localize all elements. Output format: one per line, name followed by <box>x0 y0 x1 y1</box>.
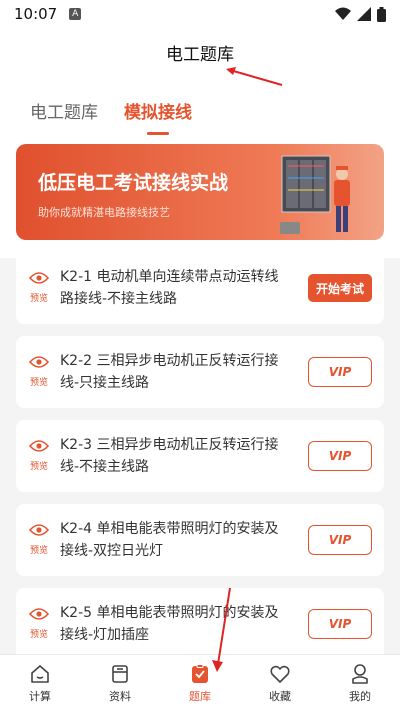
status-icons <box>335 6 386 22</box>
nav-item-calculate[interactable]: 计算 <box>0 655 80 710</box>
nav-label: 我的 <box>349 690 371 703</box>
preview-label: 预览 <box>29 630 48 640</box>
preview-label: 预览 <box>29 378 48 388</box>
nav-label: 题库 <box>189 690 211 703</box>
document-icon <box>112 665 128 683</box>
list-item[interactable]: 预览 K2-3 三相异步电动机正反转运行接线-不接主线路 VIP <box>16 420 384 492</box>
preview-label: 预览 <box>29 546 48 556</box>
start-exam-button[interactable]: 开始考试 <box>308 274 372 302</box>
exam-title: K2-2 三相异步电动机正反转运行接线-只接主线路 <box>60 353 279 391</box>
heart-icon <box>270 665 290 683</box>
notification-icon: A <box>69 8 82 20</box>
vip-button[interactable]: VIP <box>308 357 372 387</box>
nav-label: 收藏 <box>269 690 291 703</box>
tab-wiring-simulation[interactable]: 模拟接线 <box>124 98 192 135</box>
preview-button[interactable]: 预览 <box>26 270 52 304</box>
battery-icon <box>377 6 386 22</box>
banner-title: 低压电工考试接线实战 <box>38 172 229 194</box>
promo-banner[interactable]: 低压电工考试接线实战 助你成就精湛电路接线技艺 <box>16 144 384 240</box>
preview-button[interactable]: 预览 <box>26 438 52 472</box>
banner-subtitle: 助你成就精湛电路接线技艺 <box>38 206 170 219</box>
exam-title: K2-4 单相电能表带照明灯的安装及接线-双控日光灯 <box>60 521 279 559</box>
list-item[interactable]: 预览 K2-4 单相电能表带照明灯的安装及接线-双控日光灯 VIP <box>16 504 384 576</box>
nav-label: 计算 <box>29 690 51 703</box>
nav-item-profile[interactable]: 我的 <box>320 655 400 710</box>
tab-active-indicator <box>147 132 169 135</box>
exam-title: K2-3 三相异步电动机正反转运行接线-不接主线路 <box>60 437 279 475</box>
question-bank-icon <box>192 664 208 683</box>
eye-icon <box>28 356 50 368</box>
eye-icon <box>28 608 50 620</box>
list-item[interactable]: 预览 K2-5 单相电能表带照明灯的安装及接线-灯加插座 VIP <box>16 588 384 660</box>
vip-button[interactable]: VIP <box>308 441 372 471</box>
tab-bar: 电工题库 模拟接线 <box>30 98 192 135</box>
eye-icon <box>28 272 50 284</box>
preview-button[interactable]: 预览 <box>26 522 52 556</box>
status-time: 10:07 <box>14 5 58 23</box>
signal-icon <box>357 7 371 21</box>
nav-item-materials[interactable]: 资料 <box>80 655 160 710</box>
preview-button[interactable]: 预览 <box>26 606 52 640</box>
page-title: 电工题库 <box>166 45 234 65</box>
list-item[interactable]: 预览 K2-2 三相异步电动机正反转运行接线-只接主线路 VIP <box>16 336 384 408</box>
nav-item-favorites[interactable]: 收藏 <box>240 655 320 710</box>
list-item[interactable]: 预览 K2-1 电动机单向连续带点动运转线路接线-不接主线路 开始考试 <box>16 252 384 324</box>
exam-title: K2-1 电动机单向连续带点动运转线路接线-不接主线路 <box>60 269 279 307</box>
electrician-illustration <box>280 155 350 234</box>
bottom-nav: 计算 资料 题库 收藏 我的 <box>0 654 400 710</box>
home-icon <box>31 665 49 683</box>
eye-icon <box>28 440 50 452</box>
vip-button[interactable]: VIP <box>308 525 372 555</box>
exam-title: K2-5 单相电能表带照明灯的安装及接线-灯加插座 <box>60 605 279 643</box>
vip-button[interactable]: VIP <box>308 609 372 639</box>
wifi-icon <box>335 7 351 20</box>
nav-item-question-bank[interactable]: 题库 <box>160 655 240 710</box>
preview-label: 预览 <box>29 294 48 304</box>
profile-icon <box>352 664 368 684</box>
preview-button[interactable]: 预览 <box>26 354 52 388</box>
eye-icon <box>28 524 50 536</box>
tab-question-bank[interactable]: 电工题库 <box>30 98 98 128</box>
status-bar: 10:07 A <box>0 0 400 28</box>
nav-label: 资料 <box>109 690 131 703</box>
preview-label: 预览 <box>29 462 48 472</box>
tab-label: 模拟接线 <box>124 103 192 123</box>
